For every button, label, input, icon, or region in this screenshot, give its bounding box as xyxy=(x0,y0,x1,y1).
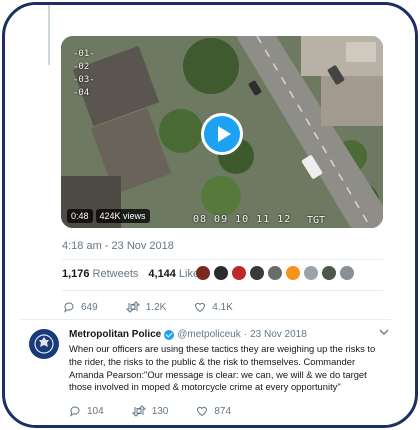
video-badges: 0:48 424K views xyxy=(67,209,150,223)
tweet-timestamp[interactable]: 4:18 am - 23 Nov 2018 xyxy=(62,240,174,252)
liker-avatar[interactable] xyxy=(232,266,246,280)
tweet-card: -01- -02 -03- -04 0:48 424K views 08 09 … xyxy=(13,5,391,425)
engagement-stats: 1,176 Retweets 4,144 Likes xyxy=(62,268,215,280)
likes-count[interactable]: 4,144 xyxy=(148,268,176,280)
reply-count: 649 xyxy=(81,301,98,313)
retweets-label[interactable]: Retweets xyxy=(93,268,139,280)
liker-avatars xyxy=(196,266,354,280)
retweet-icon xyxy=(131,405,146,417)
retweet-count: 1.2K xyxy=(145,301,167,313)
liker-avatar[interactable] xyxy=(304,266,318,280)
like-count: 4.1K xyxy=(212,301,233,313)
divider xyxy=(21,319,391,320)
separator: · xyxy=(243,329,248,340)
video-views: 424K views xyxy=(95,209,150,223)
tweet-text: When our officers are using these tactic… xyxy=(69,343,376,393)
police-crest-icon xyxy=(34,334,54,354)
retweet-icon xyxy=(125,301,140,313)
reply-button[interactable]: 649 xyxy=(63,301,98,313)
verified-badge-icon xyxy=(164,329,175,340)
thread-line xyxy=(48,5,50,65)
author-handle[interactable]: @metpoliceuk xyxy=(177,329,241,340)
liker-avatar[interactable] xyxy=(214,266,228,280)
liker-avatar[interactable] xyxy=(340,266,354,280)
screenshot-frame: -01- -02 -03- -04 0:48 424K views 08 09 … xyxy=(2,2,418,428)
like-button[interactable]: 874 xyxy=(196,405,231,417)
heart-icon xyxy=(195,302,206,313)
video-overlay-tgt: TGT xyxy=(307,215,326,226)
avatar[interactable] xyxy=(29,329,59,359)
reply-button[interactable]: 104 xyxy=(69,405,104,417)
tweet-date[interactable]: 23 Nov 2018 xyxy=(250,329,307,340)
divider xyxy=(62,259,383,260)
liker-avatar[interactable] xyxy=(322,266,336,280)
chevron-down-icon[interactable] xyxy=(379,327,389,337)
retweet-button[interactable]: 1.2K xyxy=(125,301,167,313)
video-overlay-ticks: -01- -02 -03- -04 xyxy=(73,49,95,98)
play-icon xyxy=(217,126,231,142)
tweet-actions: 649 1.2K 4.1K xyxy=(63,301,261,313)
liker-avatar[interactable] xyxy=(286,266,300,280)
play-button[interactable] xyxy=(201,113,243,155)
video-player[interactable]: -01- -02 -03- -04 0:48 424K views 08 09 … xyxy=(61,36,383,228)
video-overlay-timestamp: 08 09 10 11 12 xyxy=(193,214,292,225)
retweet-count: 130 xyxy=(151,405,169,417)
liker-avatar[interactable] xyxy=(268,266,282,280)
divider xyxy=(62,290,383,291)
like-button[interactable]: 4.1K xyxy=(194,301,233,313)
retweet-button[interactable]: 130 xyxy=(131,405,169,417)
author-name[interactable]: Metropolitan Police xyxy=(69,329,161,340)
like-count: 874 xyxy=(214,405,232,417)
reply-icon xyxy=(64,302,74,313)
retweets-count[interactable]: 1,176 xyxy=(62,268,90,280)
liker-avatar[interactable] xyxy=(196,266,210,280)
tweet-header: Metropolitan Police @metpoliceuk · 23 No… xyxy=(69,329,307,340)
tweet-actions: 104 130 874 xyxy=(69,405,259,417)
liker-avatar[interactable] xyxy=(250,266,264,280)
reply-icon xyxy=(70,406,80,417)
video-duration: 0:48 xyxy=(67,209,93,223)
reply-count: 104 xyxy=(87,405,104,417)
heart-icon xyxy=(197,406,208,417)
